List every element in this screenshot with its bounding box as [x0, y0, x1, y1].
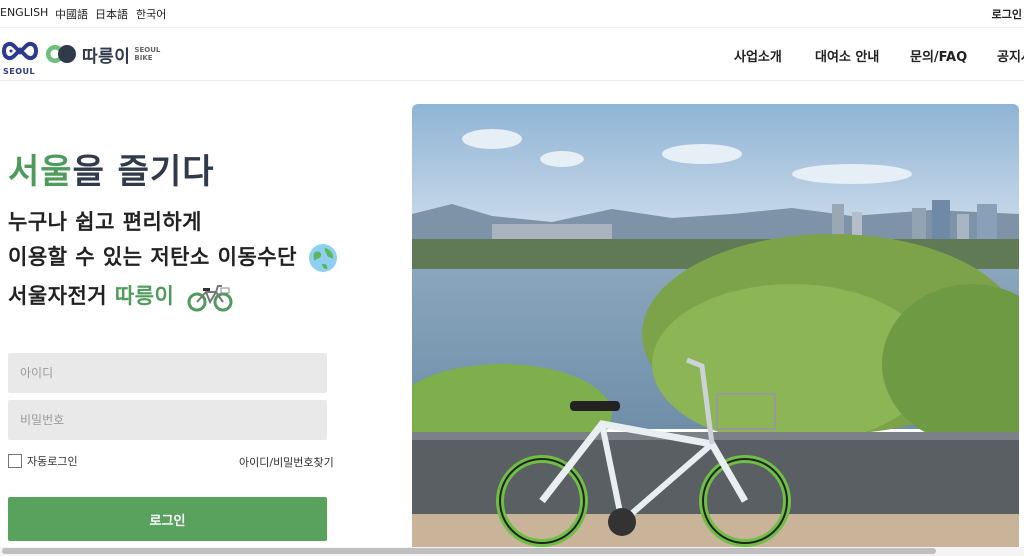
hero-title: 서울을 즐기다 — [8, 144, 215, 193]
hero-line-3: 서울자전거 따릉이 — [8, 280, 234, 313]
ttareungyi-logo[interactable]: 따릉이 SEOUL BIKE — [44, 39, 160, 69]
user-id-input[interactable] — [8, 353, 327, 393]
bicycle-icon — [187, 285, 233, 312]
seoul-logo[interactable]: SEOUL — [0, 37, 40, 76]
lang-japanese-link[interactable]: 日本語 — [95, 6, 128, 22]
hero-photo — [412, 104, 1019, 556]
hero-title-green: 서울 — [8, 152, 73, 192]
hero-photo-illustration — [412, 104, 1019, 556]
brand-sub: SEOUL BIKE — [134, 46, 160, 62]
hero-line-2: 이용할 수 있는 저탄소 이동수단 — [8, 241, 339, 274]
lang-korean-link[interactable]: 한국어 — [136, 6, 166, 22]
seoul-logo-text: SEOUL — [3, 67, 36, 76]
brand-sub-line2: BIKE — [134, 54, 153, 62]
brand-sub-line1: SEOUL — [134, 46, 161, 54]
language-bar: ENGLISH 中國語 日本語 한국어 로그인 — [0, 0, 1024, 28]
nav-notice[interactable]: 공지사항 — [997, 46, 1024, 65]
nav-about[interactable]: 사업소개 — [734, 46, 782, 65]
checkbox-icon[interactable] — [8, 454, 22, 468]
nav-stations[interactable]: 대여소 안내 — [815, 46, 879, 65]
top-login-link[interactable]: 로그인 — [992, 6, 1022, 22]
lang-english-link[interactable]: ENGLISH — [0, 6, 48, 19]
hero-line-3-green: 따릉이 — [114, 284, 175, 308]
hero-line-3-prefix: 서울자전거 — [8, 284, 115, 308]
hero-title-rest: 을 즐기다 — [72, 152, 215, 192]
auto-login-toggle[interactable]: 자동로그인 — [8, 453, 78, 469]
globe-icon — [308, 244, 337, 272]
hero-line-1: 누구나 쉽고 편리하게 — [8, 210, 203, 234]
auto-login-label: 자동로그인 — [27, 455, 78, 468]
password-input[interactable] — [8, 400, 327, 440]
login-button[interactable]: 로그인 — [8, 497, 327, 541]
scrollbar-thumb[interactable] — [2, 548, 936, 554]
nav-faq[interactable]: 문의/FAQ — [910, 46, 967, 65]
lang-chinese-link[interactable]: 中國語 — [55, 6, 88, 22]
seoul-logo-icon — [1, 41, 39, 61]
find-account-link[interactable]: 아이디/비밀번호찾기 — [239, 454, 334, 470]
main-navbar: SEOUL 따릉이 SEOUL BIKE 사업소개 대여소 안내 문의/FAQ … — [0, 29, 1024, 81]
brand-name: 따릉이 — [82, 46, 131, 67]
hero-line-2-text: 이용할 수 있는 저탄소 이동수단 — [8, 245, 297, 269]
ttareungyi-logo-icon — [46, 45, 76, 63]
